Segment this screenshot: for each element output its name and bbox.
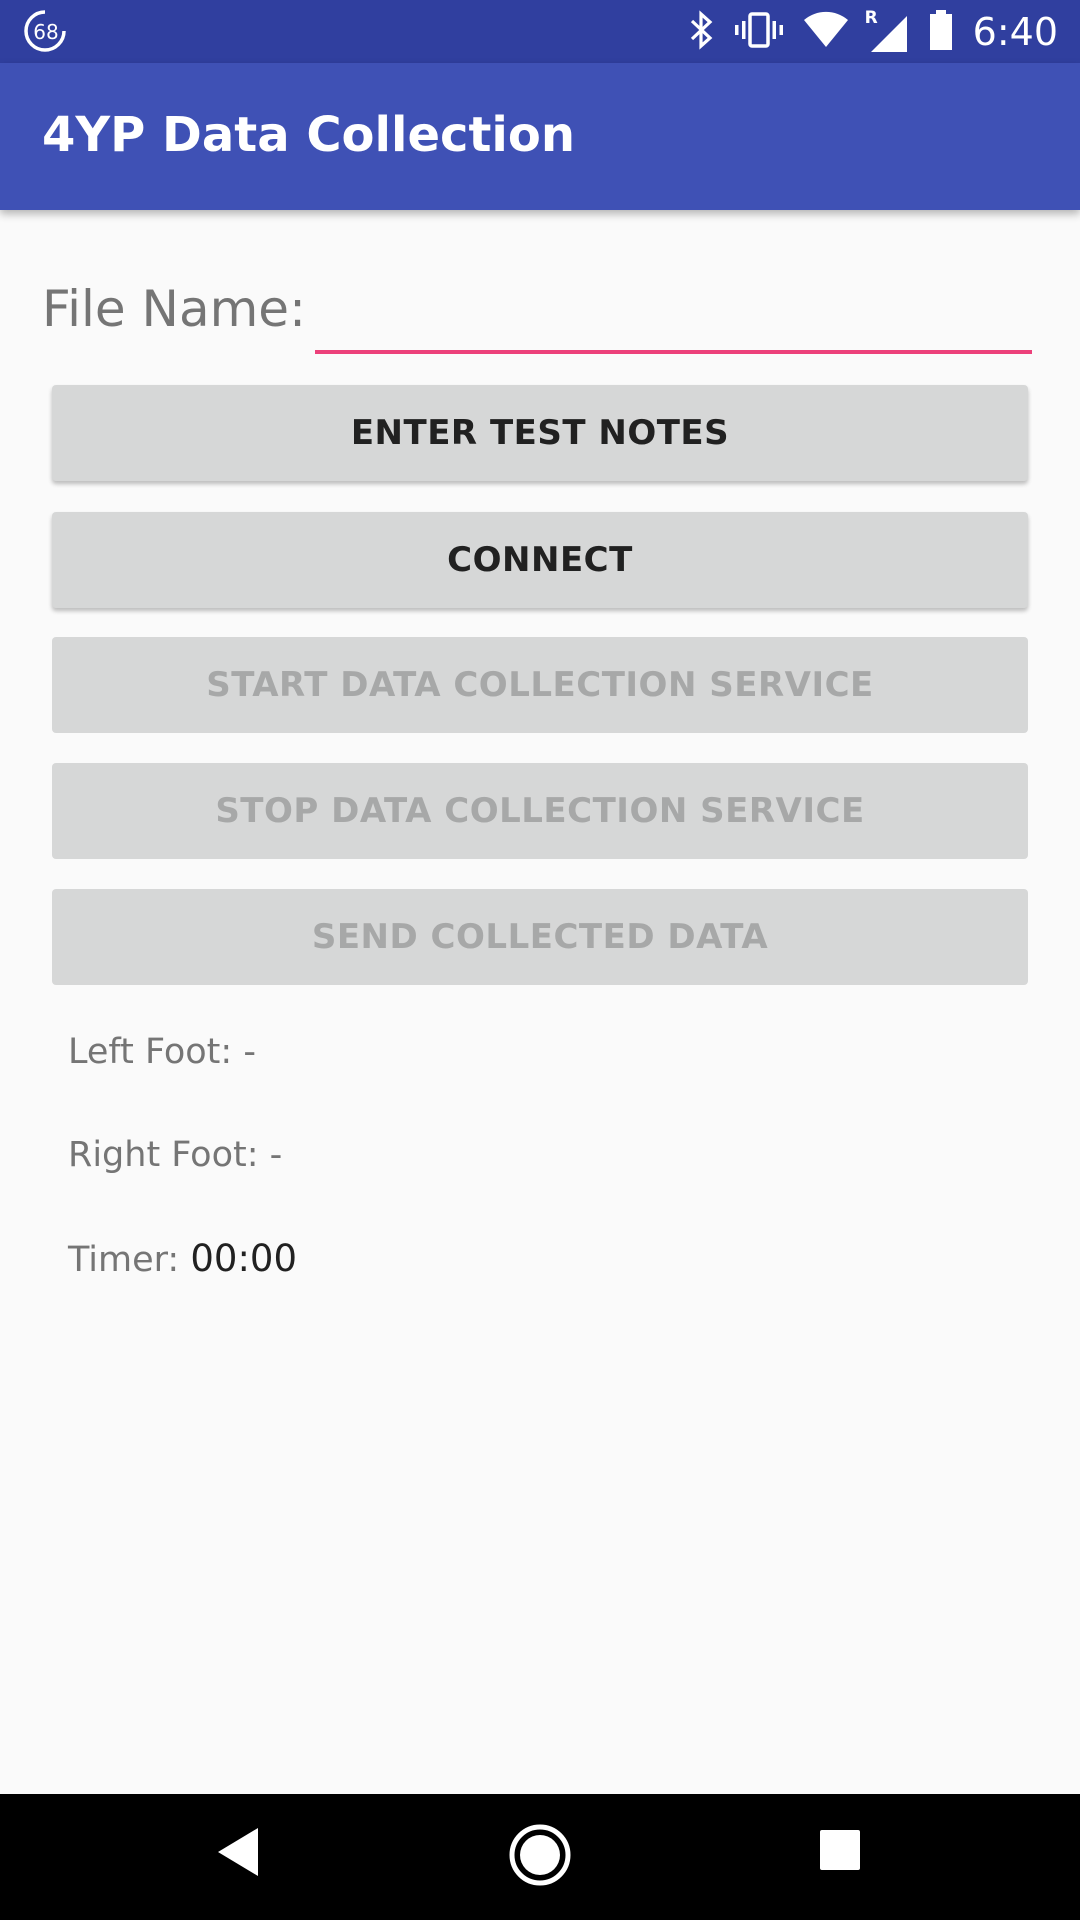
app-title: 4YP Data Collection bbox=[42, 107, 575, 163]
left-foot-readout: Left Foot: - bbox=[68, 1032, 256, 1072]
enter-test-notes-button[interactable]: ENTER TEST NOTES bbox=[52, 385, 1028, 481]
main-content: File Name: ENTER TEST NOTES CONNECT STAR… bbox=[0, 210, 1080, 1794]
left-foot-value: - bbox=[243, 1032, 256, 1072]
stop-data-collection-button[interactable]: STOP DATA COLLECTION SERVICE bbox=[52, 763, 1028, 859]
file-name-row: File Name: bbox=[42, 280, 1032, 360]
notification-badge-text: 68 bbox=[33, 20, 58, 44]
notification-68-icon: 68 bbox=[22, 8, 68, 54]
send-collected-data-button[interactable]: SEND COLLECTED DATA bbox=[52, 889, 1028, 985]
recents-icon[interactable] bbox=[816, 1826, 864, 1878]
navigation-bar bbox=[0, 1794, 1080, 1920]
left-foot-label: Left Foot: bbox=[68, 1032, 233, 1072]
file-name-label: File Name: bbox=[42, 280, 306, 338]
right-foot-label: Right Foot: bbox=[68, 1135, 259, 1175]
right-foot-readout: Right Foot: - bbox=[68, 1135, 282, 1175]
timer-label: Timer: bbox=[68, 1240, 180, 1280]
wifi-icon bbox=[803, 11, 849, 53]
app-bar: 4YP Data Collection bbox=[0, 63, 1080, 210]
file-name-input[interactable] bbox=[315, 290, 1032, 354]
bluetooth-icon bbox=[689, 9, 715, 54]
home-icon[interactable] bbox=[505, 1820, 575, 1894]
status-icons: R 6:40 bbox=[689, 0, 1058, 63]
connect-button[interactable]: CONNECT bbox=[52, 512, 1028, 608]
clock: 6:40 bbox=[972, 9, 1058, 54]
vibrate-icon bbox=[734, 10, 783, 54]
battery-icon bbox=[929, 9, 953, 55]
right-foot-value: - bbox=[269, 1135, 283, 1175]
back-icon[interactable] bbox=[210, 1822, 270, 1886]
signal-icon: R bbox=[865, 8, 909, 54]
timer-readout: Timer: 00:00 bbox=[68, 1237, 297, 1280]
status-bar: 68 R 6:40 bbox=[0, 0, 1080, 63]
start-data-collection-button[interactable]: START DATA COLLECTION SERVICE bbox=[52, 637, 1028, 733]
timer-value: 00:00 bbox=[190, 1237, 298, 1280]
